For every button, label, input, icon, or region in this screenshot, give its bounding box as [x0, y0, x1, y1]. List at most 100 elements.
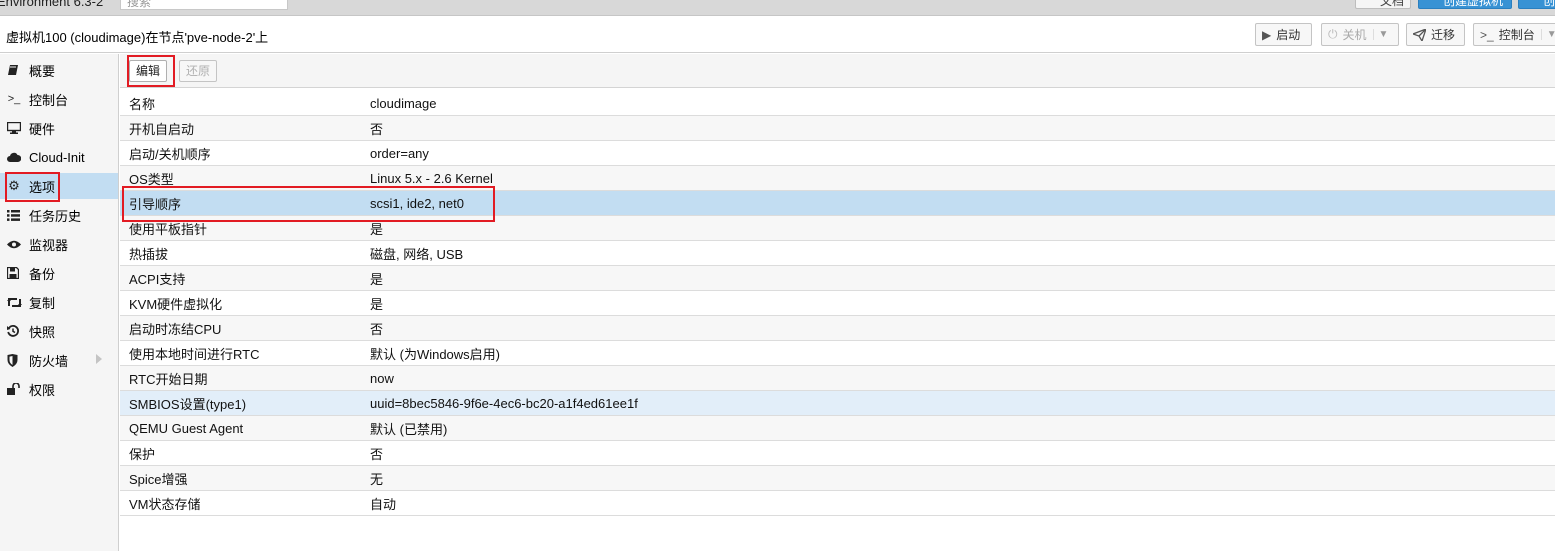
option-value: 无	[370, 471, 384, 487]
table-row[interactable]: 名称 cloudimage	[120, 91, 1555, 116]
cloud-icon	[7, 152, 21, 162]
create-vm-button[interactable]: 创建虚拟机	[1418, 0, 1512, 9]
shutdown-button[interactable]: ⏻ 关机 ▼	[1321, 23, 1399, 46]
sidebar-item-label: 快照	[29, 324, 56, 340]
option-value: 磁盘, 网络, USB	[370, 246, 464, 262]
option-key: QEMU Guest Agent	[129, 420, 244, 436]
migrate-button[interactable]: 迁移	[1406, 23, 1465, 46]
option-key: 启动时冻结CPU	[129, 321, 222, 337]
sidebar-item-console[interactable]: >_ 控制台	[0, 86, 118, 112]
floppy-icon	[7, 267, 21, 279]
option-value: 默认 (已禁用)	[370, 421, 448, 437]
console-button-label: 控制台	[1498, 28, 1535, 42]
sidebar-item-task-history[interactable]: 任务历史	[0, 202, 118, 228]
option-key: RTC开始日期	[129, 371, 208, 387]
option-key: KVM硬件虚拟化	[129, 296, 223, 312]
table-row[interactable]: 启动/关机顺序 order=any	[120, 141, 1555, 166]
list-icon	[7, 209, 21, 221]
table-row[interactable]: 使用本地时间进行RTC 默认 (为Windows启用)	[120, 341, 1555, 366]
option-value: 默认 (为Windows启用)	[370, 346, 501, 362]
table-row[interactable]: KVM硬件虚拟化 是	[120, 291, 1555, 316]
sidebar-item-snapshots[interactable]: 快照	[0, 318, 118, 344]
unlock-icon	[7, 383, 21, 395]
table-row[interactable]: 启动时冻结CPU 否	[120, 316, 1555, 341]
title-bar: 虚拟机100 (cloudimage)在节点'pve-node-2'上 ▶ 启动…	[0, 17, 1555, 53]
sidebar-item-label: 防火墙	[29, 353, 69, 369]
sidebar-item-label: 备份	[29, 266, 56, 282]
start-button[interactable]: ▶ 启动	[1255, 23, 1312, 46]
table-row[interactable]: ACPI支持 是	[120, 266, 1555, 291]
table-row[interactable]: 使用平板指针 是	[120, 216, 1555, 241]
table-row[interactable]: OS类型 Linux 5.x - 2.6 Kernel	[120, 166, 1555, 191]
sidebar-item-label: 权限	[29, 382, 56, 398]
top-bar: Environment 6.3-2 搜索 文档 创建虚拟机 创	[0, 0, 1555, 16]
option-key: Spice增强	[129, 471, 188, 487]
revert-button[interactable]: 还原	[179, 60, 217, 82]
chevron-down-icon[interactable]: ▼	[1372, 29, 1388, 40]
option-key: SMBIOS设置(type1)	[129, 396, 247, 412]
options-grid: 名称 cloudimage 开机自启动否 启动/关机顺序 order=any OS类…	[120, 91, 1555, 516]
option-key: 使用本地时间进行RTC	[129, 346, 260, 362]
expand-arrow-icon[interactable]	[96, 354, 102, 364]
sidebar-item-label: 硬件	[29, 121, 56, 137]
table-row[interactable]: QEMU Guest Agent 默认 (已禁用)	[120, 416, 1555, 441]
sidebar-item-label: 任务历史	[29, 208, 82, 224]
table-row[interactable]: VM状态存储 自动	[120, 491, 1555, 516]
terminal-icon: >_	[7, 93, 21, 105]
sidebar-item-replication[interactable]: 复制	[0, 289, 118, 315]
sidebar-item-monitor[interactable]: 监视器	[0, 231, 118, 257]
option-value: order=any	[370, 145, 429, 161]
environment-version: Environment 6.3-2	[0, 0, 104, 9]
console-button[interactable]: >_ 控制台 ▼	[1473, 23, 1555, 46]
terminal-icon: >_	[1480, 27, 1494, 42]
sidebar-item-summary[interactable]: 概要	[0, 57, 118, 83]
table-row[interactable]: 保护 否	[120, 441, 1555, 466]
table-row[interactable]: 开机自启动 否	[120, 116, 1555, 141]
option-key: 引导顺序	[129, 196, 182, 212]
desktop-icon	[7, 122, 21, 134]
sidebar-item-label: 选项	[29, 179, 56, 195]
table-row[interactable]: 热插拔 磁盘, 网络, USB	[120, 241, 1555, 266]
chevron-down-icon[interactable]: ▼	[1540, 29, 1555, 40]
table-row-hover[interactable]: SMBIOS设置(type1) uuid=8bec5846-9f6e-4ec6-b…	[120, 391, 1555, 416]
create-ct-button[interactable]: 创	[1518, 0, 1555, 9]
eye-icon	[7, 240, 21, 249]
option-value: 否	[370, 121, 384, 137]
docs-button[interactable]: 文档	[1355, 0, 1411, 9]
power-icon: ⏻	[1328, 27, 1338, 41]
play-icon: ▶	[1262, 27, 1272, 42]
history-icon	[7, 325, 21, 337]
option-key: VM状态存储	[129, 496, 201, 512]
options-toolbar: 编辑 还原	[120, 54, 1555, 88]
edit-button[interactable]: 编辑	[129, 60, 167, 82]
option-value: now	[370, 370, 394, 386]
page-title: 虚拟机100 (cloudimage)在节点'pve-node-2'上	[6, 30, 269, 45]
sidebar-item-backup[interactable]: 备份	[0, 260, 118, 286]
sidebar-item-hardware[interactable]: 硬件	[0, 115, 118, 141]
option-value: 是	[370, 296, 384, 312]
table-row-selected[interactable]: 引导顺序 scsi1, ide2, net0	[120, 191, 1555, 216]
option-key: ACPI支持	[129, 271, 186, 287]
sidebar-item-permissions[interactable]: 权限	[0, 376, 118, 402]
sidebar-item-firewall[interactable]: 防火墙	[0, 347, 118, 373]
table-row[interactable]: Spice增强 无	[120, 466, 1555, 491]
sidebar-item-label: 控制台	[29, 92, 69, 108]
option-key: 启动/关机顺序	[129, 146, 211, 162]
sidebar-item-options[interactable]: ⚙ 选项	[0, 173, 118, 199]
sidebar-item-label: 概要	[29, 63, 56, 79]
paper-plane-icon	[1413, 28, 1426, 41]
search-input[interactable]: 搜索	[120, 0, 288, 10]
sidebar-item-label: Cloud-Init	[29, 149, 85, 165]
option-value: uuid=8bec5846-9f6e-4ec6-bc20-a1f4ed61ee1…	[370, 395, 638, 411]
option-key: 热插拔	[129, 246, 169, 262]
option-value: 是	[370, 271, 384, 287]
sidebar-item-label: 监视器	[29, 237, 69, 253]
option-value: 自动	[370, 496, 397, 512]
shutdown-button-label: 关机	[1342, 28, 1367, 42]
option-key: 名称	[129, 96, 156, 112]
sidebar-item-cloud-init[interactable]: Cloud-Init	[0, 144, 118, 170]
table-row[interactable]: RTC开始日期 now	[120, 366, 1555, 391]
option-key: OS类型	[129, 171, 174, 187]
sidebar: 概要 >_ 控制台 硬件 Cloud-Init ⚙ 选项 任务历史 监视器 备份…	[0, 54, 119, 551]
start-button-label: 启动	[1276, 28, 1301, 42]
